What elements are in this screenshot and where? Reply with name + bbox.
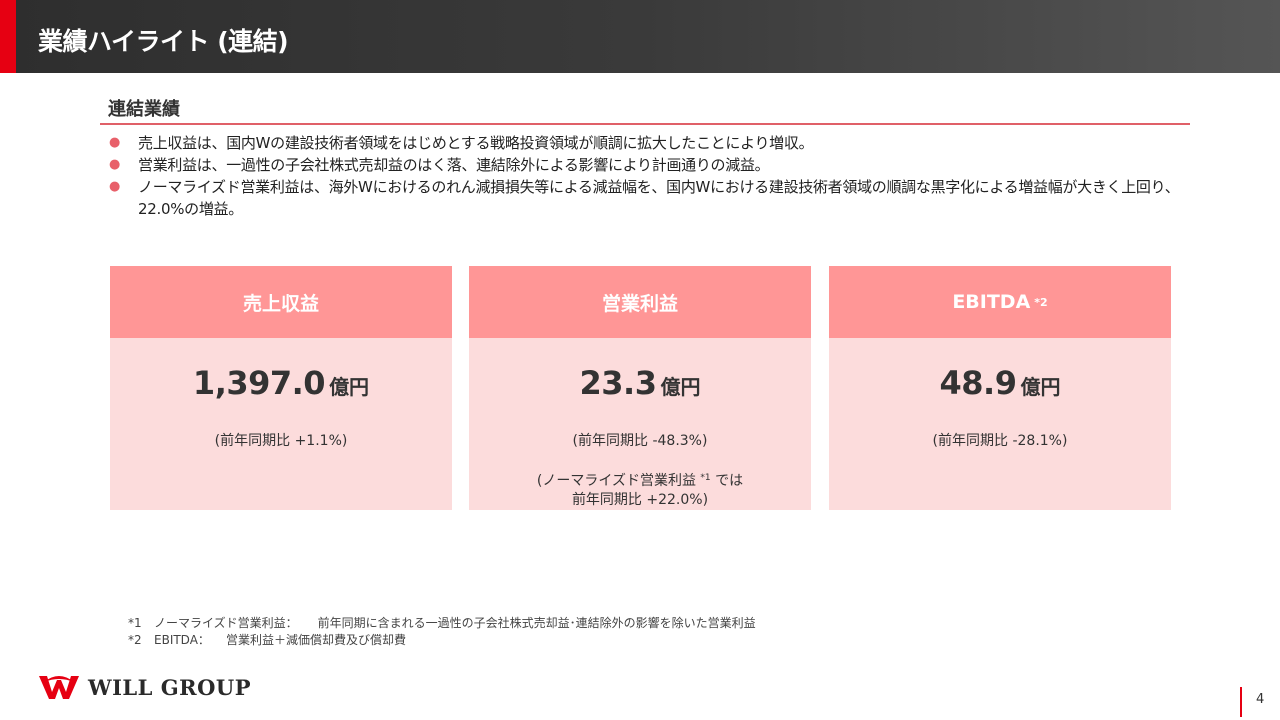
kpi-card-header: EBITDA *2 [829,266,1171,338]
page-title: 業績ハイライト (連結) [38,27,289,56]
kpi-note-line: (ノーマライズド営業利益 *1 では [469,469,811,491]
kpi-card-header: 営業利益 [469,266,811,338]
kpi-yoy-change: (前年同期比 -28.1%) [932,433,1068,449]
kpi-value-number: 48.9 [939,364,1017,402]
kpi-card-value: 1,397.0 億円 [110,364,452,402]
logo-wordmark: WILL GROUP [88,674,252,700]
kpi-card-label: 売上収益 [242,292,319,315]
kpi-card-ebitda: EBITDA *2 48.9 億円 (前年同期比 -28.1%) [829,266,1171,510]
summary-bullet: ● ノーマライズド営業利益は、海外Wにおけるのれん減損損失等による減益幅を、国内… [108,176,1188,220]
bullet-text: 売上収益は、国内Wの建設技術者領域をはじめとする戦略投資領域が順調に拡大したこと… [138,134,814,152]
footnote-text: 営業利益＋減価償却費及び償却費 [225,633,406,647]
will-group-logo-icon [39,676,79,699]
summary-bullet-list: ● 売上収益は、国内Wの建設技術者領域をはじめとする戦略投資領域が順調に拡大した… [108,132,1188,220]
bullet-dot-icon: ● [109,157,121,172]
footnote-mark: *2 [128,633,142,647]
footnote-text: 前年同期に含まれる一過性の子会社株式売却益･連結除外の影響を除いた営業利益 [317,616,756,630]
footnote-label: ノーマライズド営業利益： [154,616,298,630]
kpi-card-revenue: 売上収益 1,397.0 億円 (前年同期比 +1.1%) [110,266,452,510]
kpi-value-unit: 億円 [329,375,370,399]
bullet-dot-icon: ● [109,179,121,194]
kpi-note-line: 前年同期比 +22.0%) [571,492,709,508]
kpi-card-value: 48.9 億円 [829,364,1171,402]
kpi-value-number: 1,397.0 [192,364,326,402]
kpi-card-label: EBITDA [952,291,1031,313]
section-heading: 連結業績 [108,99,180,120]
kpi-value-unit: 億円 [1020,375,1061,399]
footnote-label: EBITDA： [154,633,210,647]
kpi-normalized-note: (ノーマライズド営業利益 *1 では 前年同期比 +22.0%) [469,469,811,510]
kpi-note-text: (ノーマライズド営業利益 [536,473,696,489]
footnotes: *1 ノーマライズド営業利益： 前年同期に含まれる一過性の子会社株式売却益･連結除外… [128,615,756,649]
kpi-card-header: 売上収益 [110,266,452,338]
summary-bullet: ● 売上収益は、国内Wの建設技術者領域をはじめとする戦略投資領域が順調に拡大した… [108,132,1188,154]
kpi-yoy-change: (前年同期比 +1.1%) [214,433,348,449]
kpi-card-label: 営業利益 [601,292,678,315]
title-accent-stripe [0,0,16,73]
bullet-text: ノーマライズド営業利益は、海外Wにおけるのれん減損損失等による減益幅を、国内Wに… [138,178,1180,218]
footnote-ref: *2 [1034,295,1048,309]
page-number: 4 [1256,692,1265,707]
kpi-card-value: 23.3 億円 [469,364,811,402]
kpi-note-text: では [710,473,744,489]
kpi-value-number: 23.3 [579,364,657,402]
title-bar: 業績ハイライト (連結) [0,0,1280,73]
footnote: *2 EBITDA： 営業利益＋減価償却費及び償却費 [128,632,756,649]
page-number-accent [1240,687,1242,717]
company-logo: WILL GROUP [38,672,251,702]
bullet-text: 営業利益は、一過性の子会社株式売却益のはく落、連結除外による影響により計画通りの… [138,156,770,174]
kpi-yoy-change: (前年同期比 -48.3%) [572,433,708,449]
section-divider [100,123,1190,125]
bullet-dot-icon: ● [109,135,121,150]
footnote-mark: *1 [128,616,142,630]
footnote: *1 ノーマライズド営業利益： 前年同期に含まれる一過性の子会社株式売却益･連結除外… [128,615,756,632]
summary-bullet: ● 営業利益は、一過性の子会社株式売却益のはく落、連結除外による影響により計画通… [108,154,1188,176]
kpi-card-operating-profit: 営業利益 23.3 億円 (前年同期比 -48.3%) (ノーマライズド営業利益 … [469,266,811,510]
footnote-ref: *1 [700,473,711,483]
kpi-value-unit: 億円 [660,375,701,399]
